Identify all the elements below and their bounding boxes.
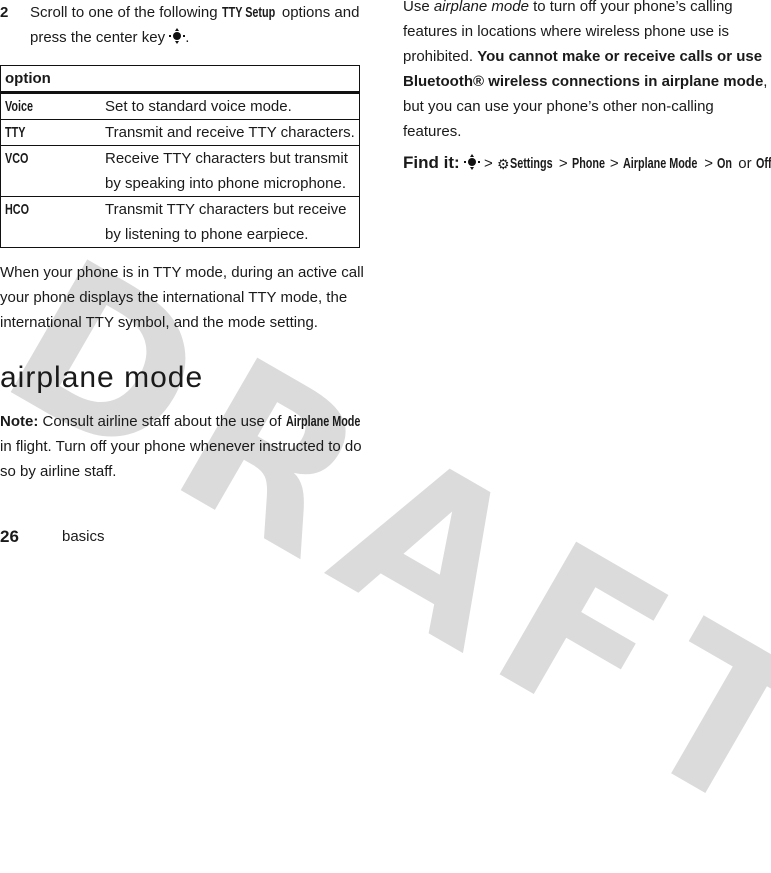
settings-icon: ⚙	[496, 156, 510, 172]
table-row: HCO Transmit TTY characters but receive …	[0, 196, 360, 248]
step-number: 2	[0, 4, 9, 21]
option-key: VCO	[5, 150, 29, 167]
options-table: option Voice Set to standard voice mode.…	[0, 65, 360, 248]
option-key: Voice	[5, 98, 34, 115]
airplane-mode-description: Use airplane mode to turn off your phone…	[403, 0, 771, 144]
option-desc: Receive TTY characters but transmit by s…	[101, 145, 360, 197]
page-footer: 26 basics	[0, 527, 105, 547]
path-separator: >	[704, 155, 714, 172]
desc-use: Use	[403, 0, 434, 15]
menu-name-tty-setup: TTY Setup	[221, 4, 275, 21]
section-name: basics	[62, 528, 105, 545]
path-separator: >	[558, 155, 568, 172]
path-separator: >	[609, 155, 619, 172]
table-header: option	[0, 65, 360, 94]
note-text-after: in flight. Turn off your phone whenever …	[0, 438, 362, 480]
table-row: TTY Transmit and receive TTY characters.	[0, 119, 360, 146]
table-row: VCO Receive TTY characters but transmit …	[0, 145, 360, 197]
step-text: Scroll to one of the following TTY Setup…	[30, 0, 370, 50]
tty-paragraph: When your phone is in TTY mode, during a…	[0, 264, 364, 331]
menu-name-airplane-mode: Airplane Mode	[285, 413, 361, 430]
path-off: Off	[755, 155, 771, 172]
path-or: or	[738, 155, 752, 172]
term-airplane-mode: airplane mode	[433, 0, 529, 15]
center-key-icon	[463, 154, 480, 170]
path-airplane-mode: Airplane Mode	[622, 155, 698, 172]
option-key: HCO	[5, 201, 30, 218]
path-settings: Settings	[509, 155, 553, 172]
path-phone: Phone	[571, 155, 605, 172]
center-key-icon	[169, 28, 186, 44]
path-separator: >	[484, 155, 493, 172]
note-text-before: Consult airline staff about the use of	[38, 413, 286, 430]
table-row: Voice Set to standard voice mode.	[0, 92, 360, 120]
option-desc: Transmit and receive TTY characters.	[101, 119, 360, 146]
option-desc: Transmit TTY characters but receive by l…	[101, 196, 360, 248]
note-paragraph: Note: Consult airline staff about the us…	[0, 409, 370, 484]
path-on: On	[717, 155, 733, 172]
find-it-path: Find it: > ⚙Settings > Phone > Airplane …	[403, 153, 771, 173]
option-desc: Set to standard voice mode.	[101, 92, 360, 120]
step-end: .	[185, 29, 190, 46]
section-heading: airplane mode	[0, 361, 204, 394]
step-text-before: Scroll to one of the following	[30, 4, 222, 21]
note-label: Note:	[0, 413, 39, 430]
option-key: TTY	[5, 124, 26, 141]
page-number: 26	[0, 527, 19, 546]
find-it-label: Find it:	[403, 153, 460, 172]
